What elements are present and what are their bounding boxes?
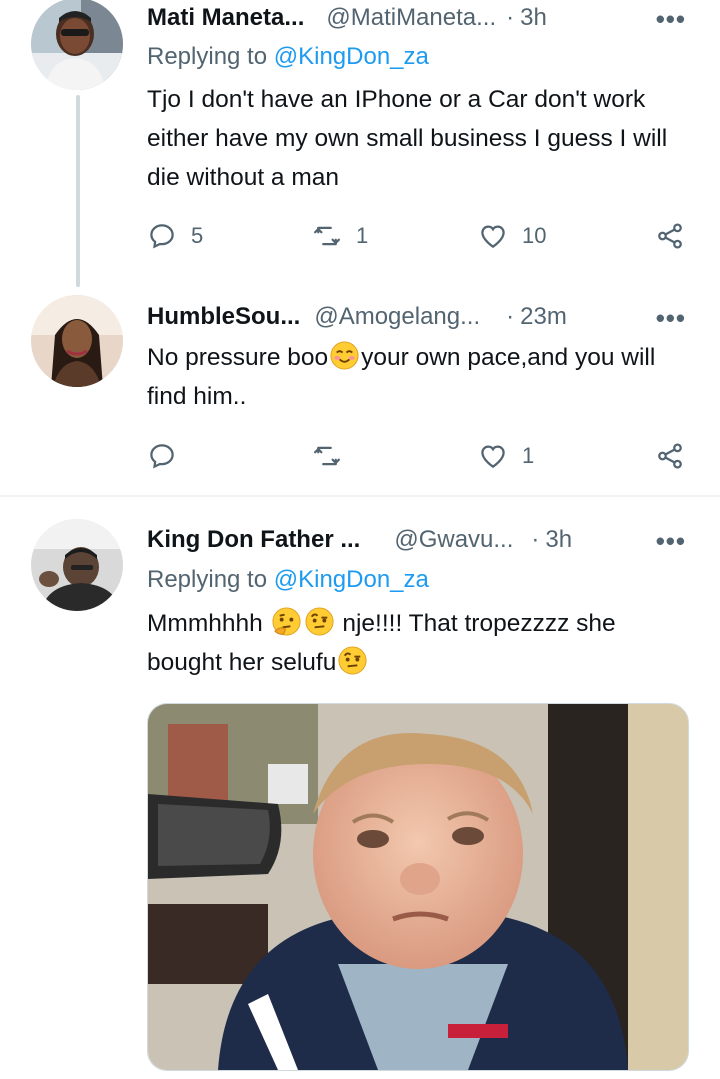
action-bar: 5 1 10 <box>147 218 692 254</box>
tweet-media-photo[interactable] <box>147 703 689 1071</box>
face-with-raised-eyebrow-icon <box>305 607 334 636</box>
like-button[interactable]: 1 <box>478 438 534 474</box>
reply-button[interactable] <box>147 438 191 474</box>
handle[interactable]: @MatiManeta... <box>326 4 496 32</box>
action-bar: 1 <box>147 438 692 474</box>
display-name[interactable]: HumbleSou... <box>147 303 300 331</box>
timestamp[interactable]: 23m <box>520 303 567 331</box>
share-icon <box>658 443 682 469</box>
more-icon[interactable]: ••• <box>656 4 686 35</box>
share-button[interactable] <box>655 438 685 474</box>
tweet-header: HumbleSou... @Amogelang... · 23m <box>147 299 567 335</box>
retweet-icon <box>314 226 340 246</box>
timestamp[interactable]: 3h <box>520 4 547 32</box>
face-with-raised-eyebrow-icon <box>338 646 367 675</box>
tweet-text: No pressure boo your own pace,and you wil… <box>147 338 695 416</box>
handle[interactable]: @Gwavu... <box>394 526 513 554</box>
like-count: 10 <box>522 223 547 248</box>
retweet-button[interactable] <box>312 438 356 474</box>
mention-link[interactable]: @KingDon_za <box>274 43 429 70</box>
like-icon <box>481 225 505 248</box>
thinking-face-icon <box>272 607 301 636</box>
avatar[interactable] <box>31 0 123 90</box>
replying-to: Replying to @KingDon_za <box>147 43 429 71</box>
reply-count: 5 <box>191 223 204 248</box>
replying-to-label: Replying to <box>147 43 274 70</box>
separator-dot: · <box>531 526 540 553</box>
thread-line <box>76 95 80 287</box>
reply-icon <box>150 444 174 469</box>
retweet-icon <box>314 446 340 466</box>
tweet-header: King Don Father ... @Gwavu... · 3h <box>147 522 572 558</box>
timestamp[interactable]: 3h <box>545 526 572 554</box>
tweet-text-part: Mmmhhhh <box>147 610 263 637</box>
replying-to-label: Replying to <box>147 566 274 593</box>
retweet-button[interactable]: 1 <box>312 218 368 254</box>
display-name[interactable]: Mati Maneta... <box>147 4 304 32</box>
tweet-2[interactable]: HumbleSou... @Amogelang... · 23m ••• No … <box>0 290 720 495</box>
like-icon <box>481 445 505 468</box>
tweet-text: Mmmhhhh nje!!!! That tropezzzz she bough… <box>147 604 695 682</box>
avatar[interactable] <box>31 295 123 387</box>
like-button[interactable]: 10 <box>478 218 546 254</box>
avatar[interactable] <box>31 519 123 611</box>
tweet-1[interactable]: Mati Maneta... @MatiManeta... · 3h ••• R… <box>0 0 720 290</box>
display-name[interactable]: King Don Father ... <box>147 526 360 554</box>
like-count: 1 <box>522 443 535 468</box>
smiling-face-blushing-icon <box>330 341 359 370</box>
separator-dot: · <box>506 303 515 330</box>
reply-icon <box>150 224 174 249</box>
tweet-text: Tjo I don't have an IPhone or a Car don'… <box>147 86 668 191</box>
mention-link[interactable]: @KingDon_za <box>274 566 429 593</box>
more-icon[interactable]: ••• <box>656 303 686 334</box>
share-icon <box>658 223 682 249</box>
retweet-count: 1 <box>356 223 369 248</box>
more-icon[interactable]: ••• <box>656 526 686 557</box>
reply-button[interactable]: 5 <box>147 218 203 254</box>
tweet-text-part: No pressure boo <box>147 344 329 371</box>
share-button[interactable] <box>655 218 685 254</box>
replying-to: Replying to @KingDon_za <box>147 566 429 594</box>
handle[interactable]: @Amogelang... <box>314 303 480 331</box>
tweet-header: Mati Maneta... @MatiManeta... · 3h <box>147 0 547 36</box>
separator-dot: · <box>506 4 515 31</box>
